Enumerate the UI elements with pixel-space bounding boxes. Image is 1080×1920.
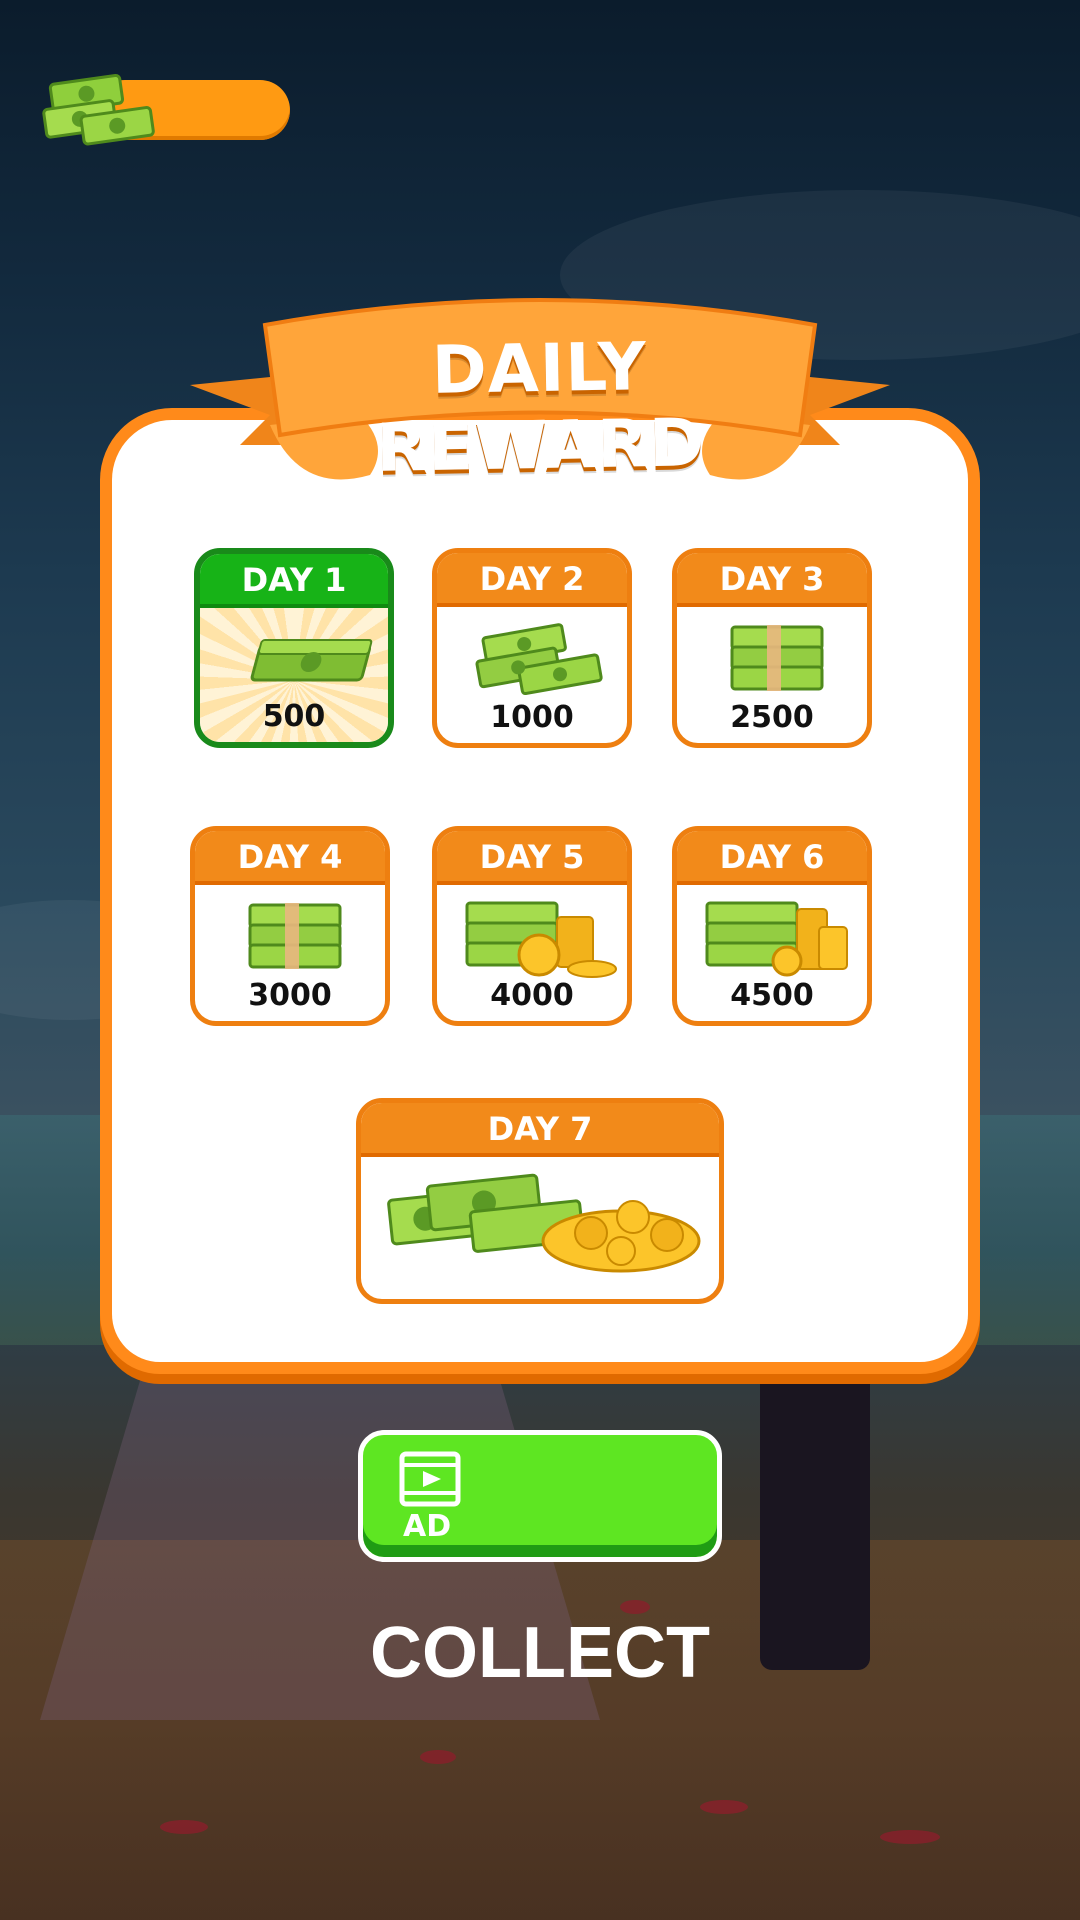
day-2-amount: 1000 [490,700,574,735]
day-2-label: DAY 2 [437,553,627,607]
day-7-label: DAY 7 [361,1103,719,1157]
day-4-amount: 3000 [248,978,332,1013]
cash-stack-icon [42,73,155,146]
day-3-amount: 2500 [730,700,814,735]
cash-and-coins-icon [465,901,617,978]
video-play-icon [399,1451,461,1507]
background-petal [420,1750,456,1764]
cash-bundle-icon [250,639,373,682]
collect-button[interactable]: COLLECT [340,1612,740,1694]
watch-ad-button[interactable]: AD [358,1430,722,1562]
background-petal [700,1800,748,1814]
background-petal [160,1820,208,1834]
day-1-amount: 500 [262,699,326,734]
page-title: DAILY REWARD [375,328,706,487]
ad-label: AD [403,1509,452,1544]
cash-stack-icon [730,625,824,691]
day-6-label: DAY 6 [677,831,867,885]
background-groom-legs [760,1330,870,1670]
day-2-card[interactable]: DAY 2 1000 [432,548,632,748]
day-4-card[interactable]: DAY 4 3000 [190,826,390,1026]
day-3-card[interactable]: DAY 3 2500 [672,548,872,748]
day-5-card[interactable]: DAY 5 4000 [432,826,632,1026]
day-3-label: DAY 3 [677,553,867,607]
day-1-card[interactable]: DAY 1 500 [194,548,394,748]
cash-stack-icon [248,903,342,969]
day-4-label: DAY 4 [195,831,385,885]
day-6-card[interactable]: DAY 6 4500 [672,826,872,1026]
day-5-amount: 4000 [490,978,574,1013]
game-screen: DAILY REWARD DAY 1 500 DAY 2 1000 DAY 3 … [0,0,1080,1920]
cash-and-coins-icon [705,901,848,977]
day-5-label: DAY 5 [437,831,627,885]
day-6-amount: 4500 [730,978,814,1013]
cash-pile-icon [475,623,603,696]
background-petal [880,1830,940,1844]
cash-and-coin-pile-icon [387,1173,701,1273]
day-7-card[interactable]: DAY 7 [356,1098,724,1304]
day-1-label: DAY 1 [200,554,388,608]
